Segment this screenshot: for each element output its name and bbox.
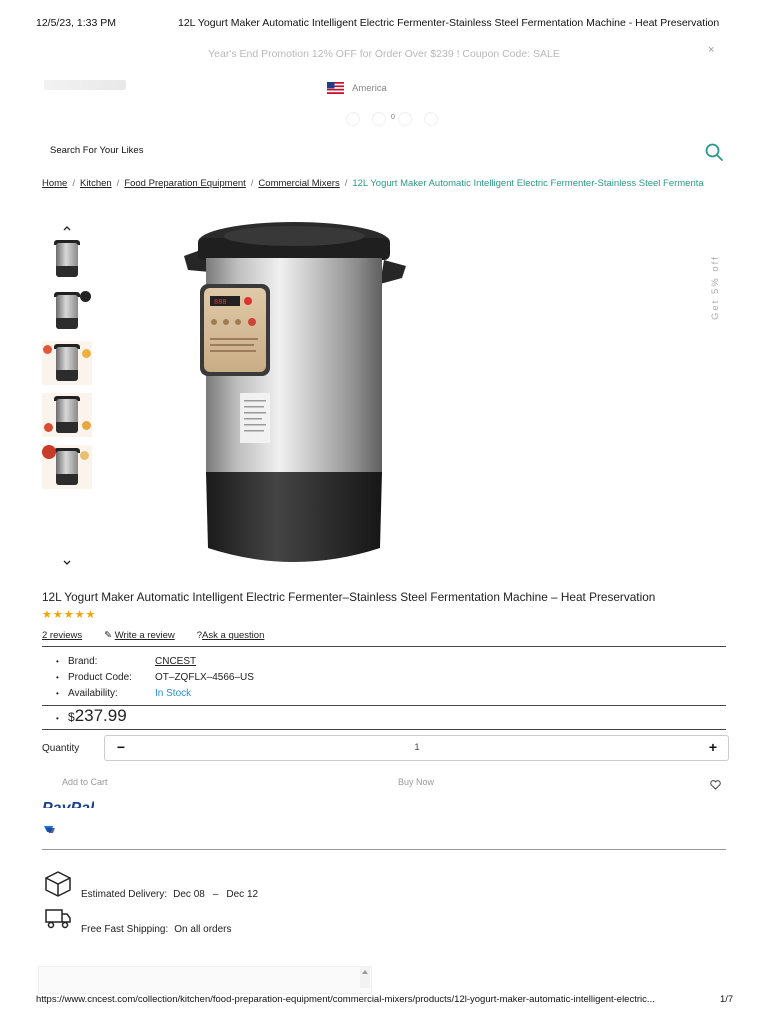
delivery-to: Dec 12 (226, 889, 259, 900)
estimated-delivery: Estimated Delivery: Dec 08– Dec 12 (81, 889, 259, 900)
quantity-increase-button[interactable]: + (705, 739, 721, 755)
quantity-label: Quantity (42, 743, 80, 754)
thumbnail-image[interactable] (42, 341, 92, 385)
print-url: https://www.cncest.com/collection/kitche… (36, 994, 655, 1005)
thumbnail-image[interactable] (42, 393, 92, 437)
cart-count-badge: 0 (391, 114, 395, 121)
divider (42, 729, 726, 730)
price-row: • $ 237.99 (56, 706, 127, 725)
quantity-stepper: − 1 + (104, 735, 729, 761)
currency-icon[interactable] (424, 112, 438, 126)
spec-availability: • Availability: In Stock (56, 687, 192, 699)
reviews-link[interactable]: 2 reviews (42, 630, 82, 641)
quantity-decrease-button[interactable]: − (113, 739, 129, 755)
search-input[interactable]: Search For Your Likes (50, 145, 143, 156)
cart-icon[interactable] (372, 112, 386, 126)
print-title: 12L Yogurt Maker Automatic Intelligent E… (178, 17, 720, 29)
package-icon (44, 870, 72, 898)
discount-side-tab-label: Get 5% off (710, 255, 721, 320)
divider (42, 849, 726, 850)
spec-label: Availability: (68, 687, 118, 699)
write-review-link[interactable]: ✎ Write a review (104, 630, 175, 641)
wishlist-icon[interactable] (398, 112, 412, 126)
breadcrumb-current: 12L Yogurt Maker Automatic Intelligent E… (352, 178, 704, 189)
spec-label: Product Code: (68, 671, 132, 683)
print-page-number: 1/7 (720, 994, 734, 1005)
ask-question-link[interactable]: ?Ask a question (197, 630, 265, 641)
rating-stars: ★★★★★ (42, 609, 97, 621)
shipping-value: On all orders (174, 924, 232, 935)
scrollbar[interactable] (360, 966, 370, 988)
quantity-input[interactable]: 1 (405, 742, 429, 753)
stock-status: In Stock (155, 687, 192, 699)
chevron-up-icon[interactable] (61, 221, 73, 233)
shipping-label: Free Fast Shipping: (81, 924, 169, 935)
paypal-button[interactable]: PayPal (42, 794, 94, 808)
site-logo[interactable] (44, 80, 126, 90)
thumbnail-image[interactable] (42, 237, 92, 281)
price-currency: $ (68, 710, 75, 724)
search-icon[interactable] (704, 142, 724, 162)
spec-value: OT–ZQFLX–4566–US (155, 671, 254, 683)
thumbnail-image[interactable] (42, 289, 92, 333)
divider (42, 705, 726, 706)
pencil-icon: ✎ (104, 630, 113, 641)
breadcrumb-home[interactable]: Home (42, 178, 67, 189)
chat-widget[interactable] (38, 966, 372, 994)
heart-icon[interactable] (710, 777, 721, 790)
spec-brand: • Brand: CNCEST (56, 655, 197, 667)
thumbnail-image[interactable] (42, 445, 92, 489)
add-to-cart-button[interactable]: Add to Cart (62, 777, 108, 787)
truck-icon (44, 906, 72, 930)
delivery-label: Estimated Delivery: (81, 889, 168, 900)
price-amount: 237.99 (74, 706, 127, 725)
breadcrumb-food-preparation[interactable]: Food Preparation Equipment (124, 178, 245, 189)
chevron-down-icon[interactable] (61, 556, 73, 568)
spec-product-code: • Product Code: OT–ZQFLX–4566–US (56, 671, 254, 683)
svg-text:888: 888 (214, 299, 227, 307)
account-icon[interactable] (346, 112, 360, 126)
paypal-icon (43, 821, 57, 833)
ask-question-label: Ask a question (202, 630, 265, 641)
product-title: 12L Yogurt Maker Automatic Intelligent E… (42, 590, 656, 604)
us-flag-icon[interactable] (327, 82, 344, 94)
region-selector[interactable]: America (352, 83, 387, 94)
thumbnail-list (42, 237, 92, 489)
buy-now-button[interactable]: Buy Now (398, 777, 434, 787)
discount-side-tab[interactable]: Get 5% off (708, 250, 726, 322)
write-review-label: Write a review (114, 630, 175, 641)
review-links: 2 reviews ✎ Write a review ?Ask a questi… (42, 630, 264, 641)
print-date: 12/5/23, 1:33 PM (36, 17, 116, 29)
divider (42, 646, 726, 647)
promo-banner: Year's End Promotion 12% OFF for Order O… (208, 48, 560, 60)
delivery-from: Dec 08 (173, 889, 205, 900)
breadcrumb-kitchen[interactable]: Kitchen (80, 178, 112, 189)
brand-link[interactable]: CNCEST (155, 656, 196, 667)
product-specs: • Brand: CNCEST • Product Code: OT–ZQFLX… (56, 653, 254, 701)
promo-close-button[interactable]: × (708, 44, 714, 56)
breadcrumb-commercial-mixers[interactable]: Commercial Mixers (258, 178, 339, 189)
breadcrumb: Home / Kitchen / Food Preparation Equipment /… (42, 178, 704, 189)
free-shipping: Free Fast Shipping: On all orders (81, 924, 232, 935)
product-main-image[interactable]: 888 (180, 208, 410, 574)
spec-label: Brand: (68, 655, 98, 667)
